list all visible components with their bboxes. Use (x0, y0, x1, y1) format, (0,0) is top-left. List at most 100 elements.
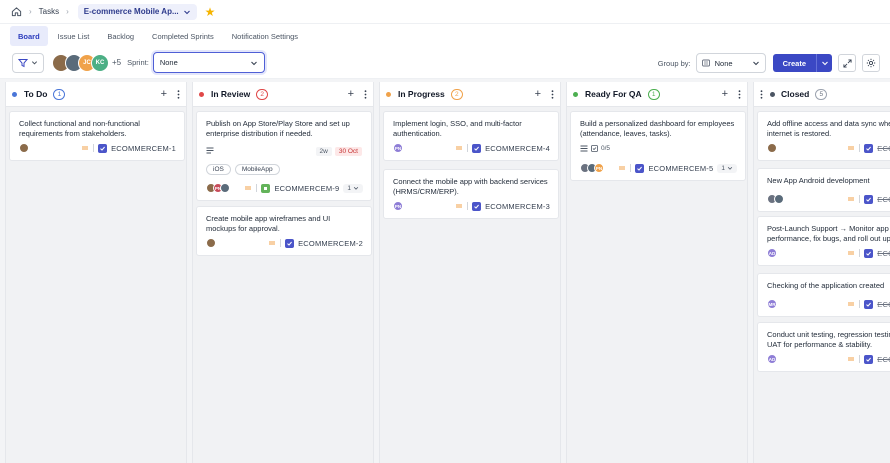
expand-button[interactable] (838, 54, 856, 72)
tab-board[interactable]: Board (10, 26, 48, 46)
home-icon[interactable] (10, 6, 22, 18)
column-in-progress: In Progress 2 + Implement login, SSO, an… (379, 82, 561, 463)
tab-notification-settings[interactable]: Notification Settings (224, 26, 306, 46)
kebab-menu-icon[interactable] (364, 89, 367, 99)
priority-medium-icon (81, 145, 89, 151)
issue-key[interactable]: ECOMMERCEM-2 (298, 239, 363, 248)
chevron-down-icon (183, 8, 191, 16)
avatar[interactable] (774, 194, 784, 204)
issue-key[interactable]: ECOMM (877, 144, 890, 153)
sprint-select[interactable]: None (152, 52, 265, 73)
member-avatars[interactable]: JC KC (52, 53, 109, 72)
avatar[interactable]: AD (767, 248, 777, 258)
task-card[interactable]: Implement login, SSO, and multi-factor a… (383, 111, 559, 161)
issue-key[interactable]: ECOMMERCEM-9 (274, 184, 339, 193)
issue-key[interactable]: ECOMM (877, 195, 890, 204)
issue-key[interactable]: ECOMMERCEM-5 (648, 164, 713, 173)
avatar[interactable]: KC (91, 53, 109, 72)
column-in-review: In Review 2 + Publish on App Store/Play … (192, 82, 374, 463)
priority-medium-icon (847, 145, 855, 151)
more-members-count[interactable]: +5 (112, 58, 121, 67)
task-type-icon (864, 194, 874, 204)
kebab-menu-icon[interactable] (760, 89, 763, 99)
view-tabs: Board Issue List Backlog Completed Sprin… (0, 25, 890, 47)
task-card[interactable]: Connect the mobile app with backend serv… (383, 169, 559, 219)
subtask-count: 0/5 (601, 144, 611, 152)
filter-icon (18, 58, 28, 67)
priority-medium-icon (847, 250, 855, 256)
tab-issue-list[interactable]: Issue List (50, 26, 98, 46)
tab-backlog[interactable]: Backlog (99, 26, 142, 46)
issue-key[interactable]: ECOMMERCEM-1 (111, 144, 176, 153)
status-dot (573, 91, 578, 97)
kebab-menu-icon[interactable] (551, 89, 554, 99)
issue-key[interactable]: ECOMMERCEM-4 (485, 144, 550, 153)
issue-key[interactable]: ECOMM (877, 355, 890, 364)
add-card-icon[interactable]: + (348, 88, 354, 100)
list-icon (701, 59, 710, 67)
avatar[interactable] (19, 143, 29, 153)
issue-key[interactable]: ECOMM (877, 300, 890, 309)
issue-key[interactable]: ECOMMERCEM-3 (485, 202, 550, 211)
card-title: Create mobile app wireframes and UI mock… (206, 214, 331, 233)
status-dot (386, 91, 391, 97)
subtask-progress[interactable]: 0/5 (580, 145, 610, 152)
avatar[interactable] (220, 183, 230, 193)
story-points: 1 (347, 184, 351, 192)
task-card[interactable]: Create mobile app wireframes and UI mock… (196, 206, 372, 256)
tag[interactable]: MobileApp (234, 164, 280, 175)
task-type-icon (472, 143, 482, 153)
card-title: Checking of the application created (767, 281, 885, 290)
card-title: Add offline access and data sync whe int… (767, 119, 890, 138)
card-title: Publish on App Store/Play Store and set … (206, 119, 350, 138)
avatar[interactable]: AD (767, 354, 777, 364)
story-points-select[interactable]: 1 (717, 163, 737, 173)
tag[interactable]: iOS (206, 164, 231, 175)
task-card[interactable]: New App Android development ECOMM (757, 168, 890, 212)
task-card[interactable]: Publish on App Store/Play Store and set … (196, 111, 372, 201)
avatar[interactable]: MR (767, 299, 777, 309)
column-ready-for-qa: Ready For QA 1 + Build a personalized da… (566, 82, 748, 463)
task-type-icon (472, 201, 482, 211)
groupby-label: Group by: (657, 58, 691, 68)
status-dot (199, 91, 204, 97)
column-header: Ready For QA 1 + (567, 82, 747, 107)
task-card[interactable]: Conduct unit testing, regression testin … (757, 322, 890, 372)
column-title: In Progress (398, 89, 445, 99)
project-selector[interactable]: E-commerce Mobile Ap... (77, 3, 197, 20)
groupby-select[interactable]: None (695, 53, 766, 73)
avatar[interactable]: PN (594, 163, 604, 173)
chevron-down-icon[interactable] (816, 54, 832, 72)
kebab-menu-icon[interactable] (177, 89, 180, 99)
avatar[interactable]: PN (393, 143, 403, 153)
status-dot (770, 91, 775, 97)
column-title: Closed (781, 89, 810, 99)
tab-completed-sprints[interactable]: Completed Sprints (144, 26, 222, 46)
task-card[interactable]: Checking of the application created MR E… (757, 273, 890, 317)
avatar[interactable] (767, 143, 777, 153)
task-card[interactable]: Post-Launch Support → Monitor app perfor… (757, 216, 890, 266)
task-card[interactable]: Collect functional and non-functional re… (9, 111, 185, 161)
add-card-icon[interactable]: + (722, 88, 728, 100)
priority-medium-icon (244, 185, 252, 191)
column-closed: Closed 5 Add offline access and data syn… (753, 82, 890, 463)
issue-key[interactable]: ECOMM (877, 249, 890, 258)
task-card[interactable]: Add offline access and data sync whe int… (757, 111, 890, 161)
story-points-select[interactable]: 1 (343, 183, 363, 193)
settings-button[interactable] (862, 54, 880, 72)
chevron-down-icon (353, 186, 359, 190)
chevron-down-icon (752, 59, 760, 67)
create-button[interactable]: Create (772, 54, 832, 72)
kebab-menu-icon[interactable] (738, 89, 741, 99)
avatar[interactable] (206, 238, 216, 248)
star-icon[interactable]: ★ (205, 6, 216, 18)
add-card-icon[interactable]: + (535, 88, 541, 100)
task-card[interactable]: Build a personalized dashboard for emplo… (570, 111, 746, 181)
breadcrumb-tasks[interactable]: Tasks (39, 7, 59, 16)
groupby-value: None (714, 58, 733, 68)
avatar[interactable]: PN (393, 201, 403, 211)
add-card-icon[interactable]: + (161, 88, 167, 100)
column-header: In Review 2 + (193, 82, 373, 107)
chevron-down-icon (250, 61, 257, 65)
filter-button[interactable] (12, 52, 44, 73)
